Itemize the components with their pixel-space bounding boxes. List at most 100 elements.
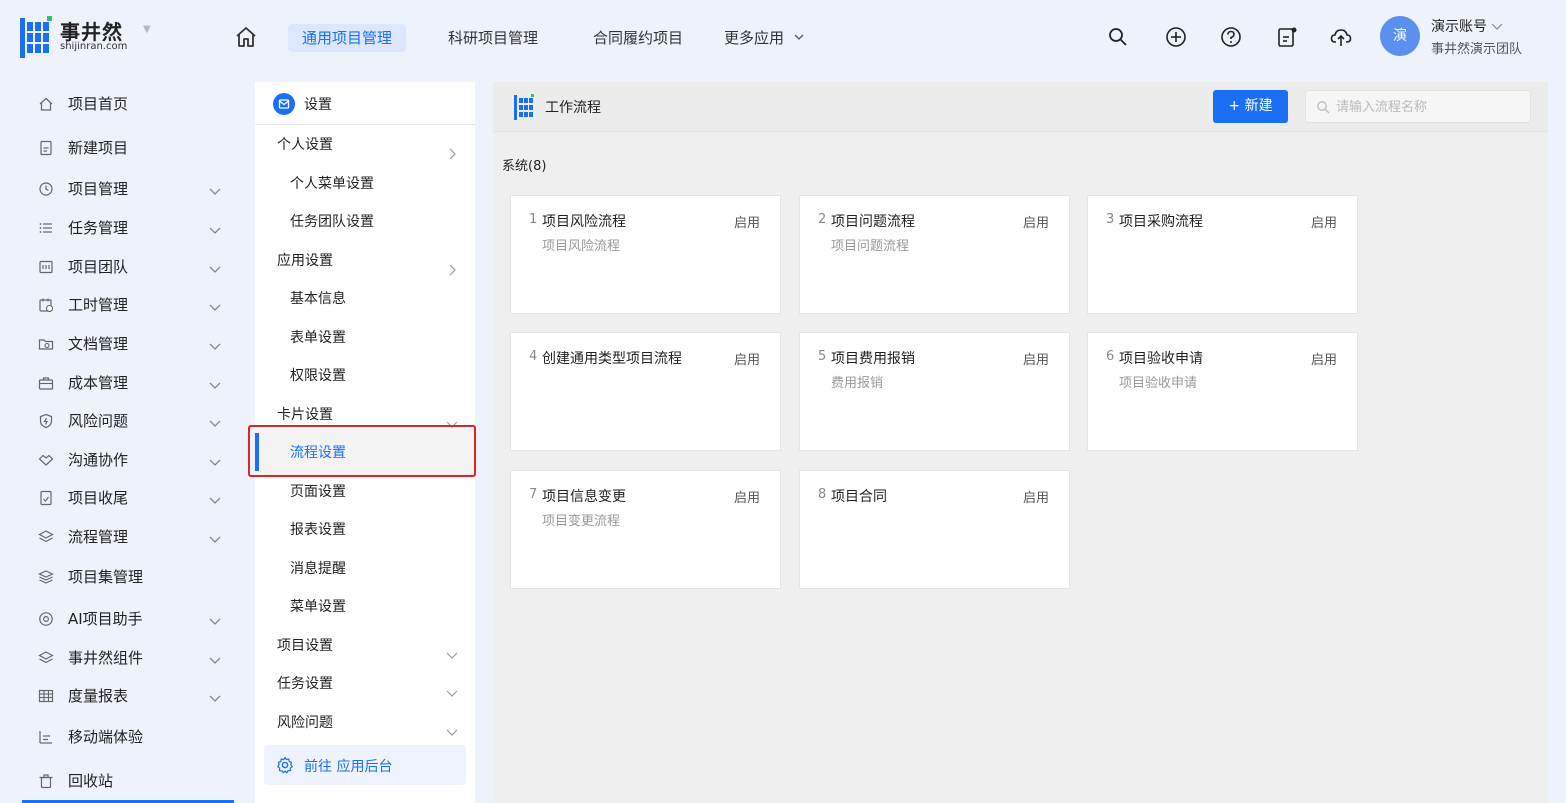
settings-subitem[interactable]: 菜单设置: [290, 588, 470, 626]
workflow-card-status[interactable]: 启用: [1023, 212, 1049, 231]
sidebar-item[interactable]: 工时管理: [38, 293, 238, 317]
help-icon[interactable]: [1220, 26, 1242, 48]
workflow-card-status[interactable]: 启用: [1023, 349, 1049, 368]
avatar[interactable]: 演: [1380, 16, 1420, 56]
sidebar-item[interactable]: 文档管理: [38, 332, 238, 356]
sidebar-item[interactable]: 项目管理: [38, 177, 238, 201]
workflow-card[interactable]: 8 项目合同 启用: [799, 470, 1070, 589]
sidebar-item[interactable]: 项目团队: [38, 255, 238, 279]
settings-subitem[interactable]: 基本信息: [290, 280, 470, 318]
account-label: 演示账号: [1431, 19, 1487, 35]
workflow-card-name: 项目验收申请: [1119, 351, 1203, 367]
notice-icon[interactable]: [1276, 26, 1298, 48]
sidebar-item[interactable]: 成本管理: [38, 371, 238, 395]
workflow-header: 工作流程 + 新建: [493, 82, 1548, 132]
sidebar-item[interactable]: AI项目助手: [38, 607, 238, 631]
settings-item-label: 风险问题: [277, 715, 333, 731]
chevron-down-icon[interactable]: [208, 452, 222, 466]
layers-icon: [38, 651, 54, 664]
home-icon[interactable]: [234, 25, 258, 49]
settings-subitem[interactable]: 页面设置: [290, 473, 470, 511]
sidebar-item[interactable]: 风险问题: [38, 409, 238, 433]
topnav-research-projects[interactable]: 科研项目管理: [448, 24, 538, 52]
chevron-down-icon: [445, 639, 459, 659]
workflow-card-status[interactable]: 启用: [1311, 349, 1337, 368]
brand-logo[interactable]: 事井然 shijinran.com ▼: [20, 14, 160, 58]
workflow-search-input[interactable]: [1336, 97, 1522, 117]
shield-icon: [39, 413, 53, 429]
sidebar-item[interactable]: 流程管理: [38, 525, 238, 549]
workflow-card[interactable]: 4 创建通用类型项目流程 启用: [510, 332, 781, 451]
settings-subitem[interactable]: 个人菜单设置: [290, 165, 470, 203]
settings-subitem[interactable]: 任务团队设置: [290, 203, 470, 241]
chevron-down-icon[interactable]: [208, 259, 222, 273]
workflow-card-status[interactable]: 启用: [1311, 212, 1337, 231]
chevron-down-icon[interactable]: [208, 181, 222, 195]
workflow-card[interactable]: 6 项目验收申请 启用 项目验收申请: [1087, 332, 1358, 451]
workflow-card[interactable]: 5 项目费用报销 启用 费用报销: [799, 332, 1070, 451]
chevron-down-icon[interactable]: [208, 529, 222, 543]
topnav-more-apps[interactable]: 更多应用: [724, 24, 805, 52]
settings-group[interactable]: 项目设置: [277, 627, 467, 665]
chevron-down-icon[interactable]: [208, 413, 222, 427]
sidebar-item[interactable]: 移动端体验: [38, 725, 238, 749]
topnav-more-label: 更多应用: [724, 29, 785, 47]
sidebar-item[interactable]: 回收站: [38, 769, 238, 793]
add-circle-icon[interactable]: [1165, 26, 1187, 48]
chevron-down-icon[interactable]: [208, 297, 222, 311]
chevron-down-icon[interactable]: [208, 490, 222, 504]
sidebar-item[interactable]: 事井然组件: [38, 646, 238, 670]
stack-icon: [38, 570, 54, 584]
sidebar-item[interactable]: 项目集管理: [38, 565, 238, 589]
chevron-down-icon[interactable]: [208, 650, 222, 664]
settings-item-label: 任务团队设置: [290, 214, 374, 230]
search-icon[interactable]: [1107, 26, 1129, 48]
settings-group[interactable]: 个人设置: [277, 126, 467, 164]
workflow-card[interactable]: 2 项目问题流程 启用 项目问题流程: [799, 195, 1070, 314]
sidebar-item[interactable]: 新建项目: [38, 136, 238, 160]
workflow-card-status[interactable]: 启用: [734, 487, 760, 506]
workflow-card-status[interactable]: 启用: [1023, 487, 1049, 506]
caret-down-icon[interactable]: ▼: [143, 24, 151, 35]
workflow-card[interactable]: 7 项目信息变更 启用 项目变更流程: [510, 470, 781, 589]
trash-icon: [39, 774, 53, 789]
settings-group[interactable]: 应用设置: [277, 242, 467, 280]
doc-plus-icon: [40, 140, 52, 156]
settings-subitem[interactable]: 报表设置: [290, 511, 470, 549]
sidebar-item[interactable]: 沟通协作: [38, 448, 238, 472]
sidebar-item-label: 任务管理: [68, 219, 129, 237]
workflow-card-number: 4: [529, 349, 538, 364]
settings-subitem[interactable]: 权限设置: [290, 357, 470, 395]
settings-group[interactable]: 任务设置: [277, 665, 467, 703]
settings-group[interactable]: 风险问题: [277, 704, 467, 742]
settings-subitem[interactable]: 表单设置: [290, 319, 470, 357]
workflow-card-status[interactable]: 启用: [734, 349, 760, 368]
sidebar-item[interactable]: 项目首页: [38, 92, 238, 116]
settings-item-label: 消息提醒: [290, 561, 346, 577]
workflow-card-desc: 项目风险流程: [542, 239, 621, 254]
chevron-down-icon[interactable]: [208, 375, 222, 389]
workflow-main: 工作流程 + 新建 系统(8) 1项目风险流程启用项目风险流程2项目问题流程启用…: [493, 82, 1548, 803]
new-workflow-button[interactable]: + 新建: [1213, 90, 1288, 123]
at-icon: [39, 612, 53, 626]
workflow-card-status[interactable]: 启用: [734, 212, 760, 231]
bar-chart-icon: [39, 731, 52, 744]
chevron-down-icon[interactable]: [208, 220, 222, 234]
sidebar-item[interactable]: 任务管理: [38, 216, 238, 240]
chevron-down-icon[interactable]: [208, 336, 222, 350]
workflow-card[interactable]: 3 项目采购流程 启用: [1087, 195, 1358, 314]
sidebar-item[interactable]: 度量报表: [38, 684, 238, 708]
sidebar-item-label: 项目管理: [68, 180, 129, 198]
cloud-upload-icon[interactable]: [1330, 26, 1352, 48]
account-name[interactable]: 演示账号: [1431, 16, 1503, 36]
topnav-general-projects[interactable]: 通用项目管理: [288, 24, 407, 52]
sidebar-item[interactable]: 项目收尾: [38, 486, 238, 510]
topnav-contract-projects[interactable]: 合同履约项目: [593, 24, 683, 52]
workflow-card[interactable]: 1 项目风险流程 启用 项目风险流程: [510, 195, 781, 314]
goto-app-admin-button[interactable]: 前往 应用后台: [264, 745, 466, 785]
workflow-card-name: 项目问题流程: [831, 214, 915, 230]
chevron-down-icon[interactable]: [208, 688, 222, 702]
settings-subitem[interactable]: 消息提醒: [290, 550, 470, 588]
sidebar-item-label: 风险问题: [68, 412, 129, 430]
chevron-down-icon[interactable]: [208, 611, 222, 625]
